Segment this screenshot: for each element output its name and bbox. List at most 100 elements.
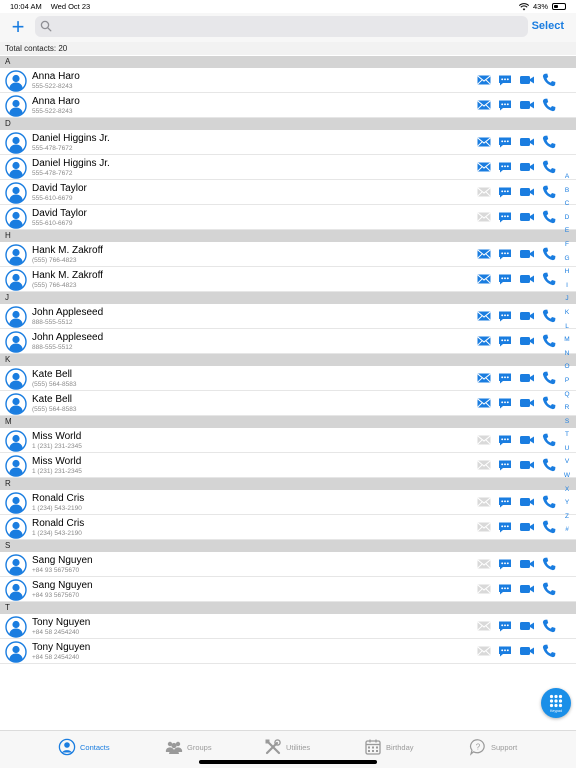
phone-call-icon[interactable] bbox=[541, 134, 557, 150]
message-icon[interactable] bbox=[497, 333, 513, 349]
phone-call-icon[interactable] bbox=[541, 556, 557, 572]
index-letter[interactable]: O bbox=[561, 360, 573, 374]
message-icon[interactable] bbox=[497, 432, 513, 448]
index-letter[interactable]: I bbox=[561, 279, 573, 293]
phone-call-icon[interactable] bbox=[541, 246, 557, 262]
index-letter[interactable]: V bbox=[561, 455, 573, 469]
contact-row[interactable]: Tony Nguyen +84 58 2454240 bbox=[0, 639, 576, 664]
message-icon[interactable] bbox=[497, 97, 513, 113]
tab-birthday[interactable]: Birthday bbox=[364, 737, 414, 757]
email-icon[interactable] bbox=[476, 271, 492, 287]
phone-call-icon[interactable] bbox=[541, 432, 557, 448]
index-letter[interactable]: R bbox=[561, 401, 573, 415]
phone-call-icon[interactable] bbox=[541, 97, 557, 113]
video-call-icon[interactable] bbox=[519, 457, 535, 473]
phone-call-icon[interactable] bbox=[541, 457, 557, 473]
video-call-icon[interactable] bbox=[519, 395, 535, 411]
phone-call-icon[interactable] bbox=[541, 209, 557, 225]
index-letter[interactable]: N bbox=[561, 347, 573, 361]
contact-row[interactable]: David Taylor 555-610-6679 bbox=[0, 205, 576, 230]
message-icon[interactable] bbox=[497, 184, 513, 200]
message-icon[interactable] bbox=[497, 581, 513, 597]
index-letter[interactable]: D bbox=[561, 211, 573, 225]
message-icon[interactable] bbox=[497, 395, 513, 411]
email-icon[interactable] bbox=[476, 159, 492, 175]
phone-call-icon[interactable] bbox=[541, 159, 557, 175]
phone-call-icon[interactable] bbox=[541, 643, 557, 659]
contact-row[interactable]: Kate Bell (555) 564-8583 bbox=[0, 391, 576, 416]
search-bar[interactable] bbox=[35, 16, 528, 37]
contact-row[interactable]: Ronald Cris 1 (234) 543-2190 bbox=[0, 490, 576, 515]
phone-call-icon[interactable] bbox=[541, 184, 557, 200]
message-icon[interactable] bbox=[497, 209, 513, 225]
video-call-icon[interactable] bbox=[519, 494, 535, 510]
video-call-icon[interactable] bbox=[519, 308, 535, 324]
phone-call-icon[interactable] bbox=[541, 494, 557, 510]
video-call-icon[interactable] bbox=[519, 159, 535, 175]
contact-row[interactable]: Miss World 1 (231) 231-2345 bbox=[0, 453, 576, 478]
tab-utilities[interactable]: Utilities bbox=[264, 737, 310, 757]
index-letter[interactable]: B bbox=[561, 184, 573, 198]
video-call-icon[interactable] bbox=[519, 519, 535, 535]
alphabet-index[interactable]: A B C D E F G H I J K L M N O P Q R S T U V W X Y Z # bbox=[561, 170, 573, 537]
message-icon[interactable] bbox=[497, 643, 513, 659]
contact-row[interactable]: Anna Haro 555-522-8243 bbox=[0, 68, 576, 93]
message-icon[interactable] bbox=[497, 246, 513, 262]
email-icon[interactable] bbox=[476, 333, 492, 349]
index-letter[interactable]: A bbox=[561, 170, 573, 184]
contact-row[interactable]: Kate Bell (555) 564-8583 bbox=[0, 366, 576, 391]
video-call-icon[interactable] bbox=[519, 333, 535, 349]
video-call-icon[interactable] bbox=[519, 370, 535, 386]
message-icon[interactable] bbox=[497, 618, 513, 634]
index-letter[interactable]: G bbox=[561, 252, 573, 266]
phone-call-icon[interactable] bbox=[541, 395, 557, 411]
video-call-icon[interactable] bbox=[519, 618, 535, 634]
contact-row[interactable]: Sang Nguyen +84 93 5675670 bbox=[0, 552, 576, 577]
index-letter[interactable]: Z bbox=[561, 510, 573, 524]
video-call-icon[interactable] bbox=[519, 581, 535, 597]
video-call-icon[interactable] bbox=[519, 209, 535, 225]
email-icon[interactable] bbox=[476, 370, 492, 386]
video-call-icon[interactable] bbox=[519, 97, 535, 113]
index-letter[interactable]: M bbox=[561, 333, 573, 347]
message-icon[interactable] bbox=[497, 457, 513, 473]
tab-contacts[interactable]: Contacts bbox=[58, 737, 110, 757]
message-icon[interactable] bbox=[497, 556, 513, 572]
index-letter[interactable]: K bbox=[561, 306, 573, 320]
contact-row[interactable]: Daniel Higgins Jr. 555-478-7672 bbox=[0, 130, 576, 155]
phone-call-icon[interactable] bbox=[541, 308, 557, 324]
contact-row[interactable]: Hank M. Zakroff (555) 766-4823 bbox=[0, 267, 576, 292]
message-icon[interactable] bbox=[497, 519, 513, 535]
phone-call-icon[interactable] bbox=[541, 370, 557, 386]
index-letter[interactable]: P bbox=[561, 374, 573, 388]
message-icon[interactable] bbox=[497, 308, 513, 324]
message-icon[interactable] bbox=[497, 370, 513, 386]
contact-row[interactable]: Tony Nguyen +84 58 2454240 bbox=[0, 614, 576, 639]
phone-call-icon[interactable] bbox=[541, 72, 557, 88]
message-icon[interactable] bbox=[497, 271, 513, 287]
index-letter[interactable]: E bbox=[561, 224, 573, 238]
email-icon[interactable] bbox=[476, 97, 492, 113]
video-call-icon[interactable] bbox=[519, 184, 535, 200]
video-call-icon[interactable] bbox=[519, 246, 535, 262]
index-letter[interactable]: T bbox=[561, 428, 573, 442]
video-call-icon[interactable] bbox=[519, 556, 535, 572]
contact-row[interactable]: Sang Nguyen +84 93 5675670 bbox=[0, 577, 576, 602]
contact-row[interactable]: Hank M. Zakroff (555) 766-4823 bbox=[0, 242, 576, 267]
index-letter[interactable]: J bbox=[561, 292, 573, 306]
contact-row[interactable]: John Appleseed 888-555-5512 bbox=[0, 329, 576, 354]
phone-call-icon[interactable] bbox=[541, 333, 557, 349]
video-call-icon[interactable] bbox=[519, 134, 535, 150]
index-letter[interactable]: X bbox=[561, 483, 573, 497]
keypad-button[interactable]: Keypad bbox=[541, 688, 571, 718]
index-letter[interactable]: S bbox=[561, 415, 573, 429]
contact-row[interactable]: Miss World 1 (231) 231-2345 bbox=[0, 428, 576, 453]
tab-support[interactable]: ? Support bbox=[469, 737, 517, 757]
index-letter[interactable]: W bbox=[561, 469, 573, 483]
select-button[interactable]: Select bbox=[532, 20, 564, 32]
index-letter[interactable]: # bbox=[561, 523, 573, 537]
contact-row[interactable]: Daniel Higgins Jr. 555-478-7672 bbox=[0, 155, 576, 180]
message-icon[interactable] bbox=[497, 159, 513, 175]
email-icon[interactable] bbox=[476, 134, 492, 150]
video-call-icon[interactable] bbox=[519, 271, 535, 287]
